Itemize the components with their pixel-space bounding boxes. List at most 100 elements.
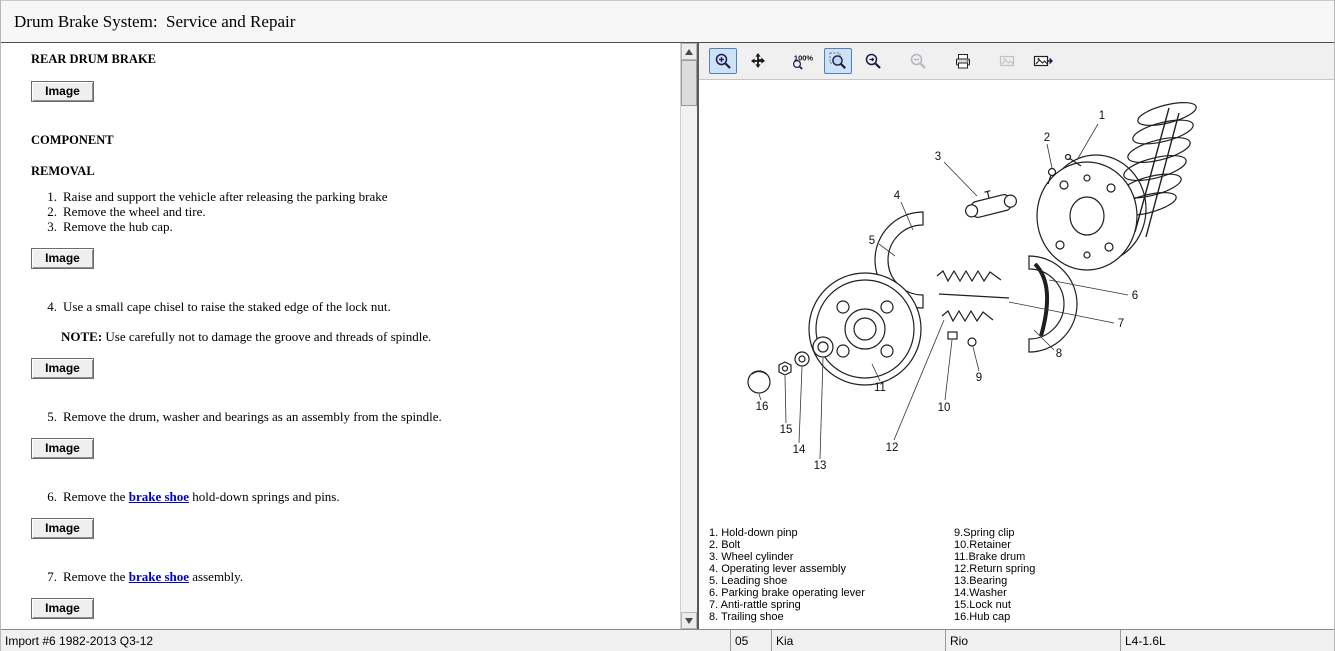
zoom-fit-button[interactable] <box>824 48 852 74</box>
step-number: 5. <box>43 409 57 424</box>
spring-clip-art <box>948 332 976 346</box>
scroll-down-button[interactable] <box>681 612 697 629</box>
zoom-100-icon: 100% <box>792 52 814 70</box>
step-7: 7. Remove the brake shoe assembly. <box>31 569 674 584</box>
steps-1-3: 1. Raise and support the vehicle after r… <box>31 189 674 234</box>
return-spring-art <box>937 271 1001 281</box>
callout-16: 16 <box>756 401 769 413</box>
legend-item: 13.Bearing <box>954 575 1035 587</box>
brake-shoe-link-1[interactable]: brake shoe <box>129 489 189 504</box>
callout-8: 8 <box>1056 348 1062 360</box>
callout-14: 14 <box>793 444 806 456</box>
note: NOTE: Use carefully not to damage the gr… <box>61 329 674 344</box>
scroll-up-icon <box>685 49 693 55</box>
zoom-out-button[interactable] <box>904 48 932 74</box>
brake-drum-art <box>809 273 921 385</box>
next-image-button[interactable] <box>1029 48 1057 74</box>
zoom-dynamic-icon <box>864 52 882 70</box>
procedure-content: REAR DRUM BRAKE Image COMPONENT REMOVAL … <box>1 43 680 629</box>
step-2: 2. Remove the wheel and tire. <box>31 204 674 219</box>
legend-item: 8. Trailing shoe <box>709 611 954 623</box>
drum-brake-exploded-diagram: 1 2 3 4 5 6 7 8 9 10 11 12 13 14 <box>699 80 1334 528</box>
step-3: 3. Remove the hub cap. <box>31 219 674 234</box>
step-text: Remove the brake shoe assembly. <box>63 569 243 584</box>
service-manual-window: Drum Brake System: Service and Repair RE… <box>0 0 1335 651</box>
pan-button[interactable] <box>744 48 772 74</box>
status-cell-year: 05 <box>731 630 772 651</box>
status-cell-import: Import #6 1982-2013 Q3-12 <box>1 630 731 651</box>
callout-15: 15 <box>780 424 793 436</box>
left-scrollbar[interactable] <box>680 43 697 629</box>
procedure-panel: REAR DRUM BRAKE Image COMPONENT REMOVAL … <box>1 43 699 629</box>
step-text-post: assembly. <box>189 569 243 584</box>
washer-art <box>795 352 809 366</box>
legend-column-left: 1. Hold-down pinp 2. Bolt 3. Wheel cylin… <box>709 527 954 623</box>
diagram-panel: 100% <box>699 43 1334 629</box>
zoom-100-button[interactable]: 100% <box>789 48 817 74</box>
callout-10: 10 <box>938 402 951 414</box>
brake-shoe-link-2[interactable]: brake shoe <box>129 569 189 584</box>
legend-item: 10.Retainer <box>954 539 1035 551</box>
legend-item: 5. Leading shoe <box>709 575 954 587</box>
parking-brake-lever-art <box>1035 264 1047 336</box>
print-button[interactable] <box>949 48 977 74</box>
image-button-1[interactable]: Image <box>31 81 94 102</box>
callout-2: 2 <box>1044 132 1050 144</box>
status-bar: Import #6 1982-2013 Q3-12 05 Kia Rio L4-… <box>1 629 1334 651</box>
zoom-dynamic-button[interactable] <box>859 48 887 74</box>
status-cell-make: Kia <box>772 630 946 651</box>
legend-item: 16.Hub cap <box>954 611 1035 623</box>
step-6: 6. Remove the brake shoe hold-down sprin… <box>31 489 674 504</box>
wheel-cylinder-art <box>962 185 1018 220</box>
note-label: NOTE: <box>61 329 102 344</box>
step-text-pre: Remove the <box>63 489 129 504</box>
removal-heading: REMOVAL <box>31 164 674 179</box>
step-text-post: hold-down springs and pins. <box>189 489 340 504</box>
legend-item: 14.Washer <box>954 587 1035 599</box>
legend-item: 11.Brake drum <box>954 551 1035 563</box>
step-4: 4. Use a small cape chisel to raise the … <box>31 299 674 314</box>
legend-item: 2. Bolt <box>709 539 954 551</box>
legend-item: 12.Return spring <box>954 563 1035 575</box>
adjuster-strut-art <box>939 294 1009 298</box>
scroll-up-button[interactable] <box>681 43 697 60</box>
image-button-6[interactable]: Image <box>31 598 94 619</box>
step-text: Use a small cape chisel to raise the sta… <box>63 299 391 314</box>
previous-image-icon <box>998 52 1018 70</box>
title-bar: Drum Brake System: Service and Repair <box>1 0 1334 43</box>
scrollbar-thumb[interactable] <box>681 60 697 106</box>
scrollbar-track[interactable] <box>681 60 697 612</box>
callout-7: 7 <box>1118 318 1124 330</box>
scroll-down-icon <box>685 618 693 624</box>
zoom-out-icon <box>909 52 927 70</box>
legend-item: 6. Parking brake operating lever <box>709 587 954 599</box>
image-button-3[interactable]: Image <box>31 358 94 379</box>
zoom-in-icon <box>714 52 732 70</box>
lock-nut-art <box>779 362 791 375</box>
zoom-in-button[interactable] <box>709 48 737 74</box>
status-cell-engine: L4-1.6L <box>1121 630 1334 651</box>
step-1: 1. Raise and support the vehicle after r… <box>31 189 674 204</box>
legend-column-right: 9.Spring clip 10.Retainer 11.Brake drum … <box>954 527 1035 623</box>
diagram-toolbar: 100% <box>699 43 1334 80</box>
callout-11: 11 <box>874 382 886 394</box>
step-number: 7. <box>43 569 57 584</box>
callout-13: 13 <box>814 460 827 472</box>
legend-item: 15.Lock nut <box>954 599 1035 611</box>
step-number: 4. <box>43 299 57 314</box>
step-text: Remove the drum, washer and bearings as … <box>63 409 442 424</box>
diagram-viewport[interactable]: 1 2 3 4 5 6 7 8 9 10 11 12 13 14 <box>699 80 1334 629</box>
image-button-2[interactable]: Image <box>31 248 94 269</box>
image-button-4[interactable]: Image <box>31 438 94 459</box>
step-text: Remove the hub cap. <box>63 219 173 234</box>
step-number: 2. <box>43 204 57 219</box>
callout-5: 5 <box>869 235 875 247</box>
next-image-icon <box>1032 52 1054 70</box>
previous-image-button[interactable] <box>994 48 1022 74</box>
hub-cap-art <box>748 371 770 393</box>
zoom-fit-icon <box>829 52 847 70</box>
anti-rattle-spring-art <box>942 311 993 321</box>
image-button-5[interactable]: Image <box>31 518 94 539</box>
step-text: Remove the brake shoe hold-down springs … <box>63 489 340 504</box>
backing-plate-art <box>1037 155 1146 270</box>
